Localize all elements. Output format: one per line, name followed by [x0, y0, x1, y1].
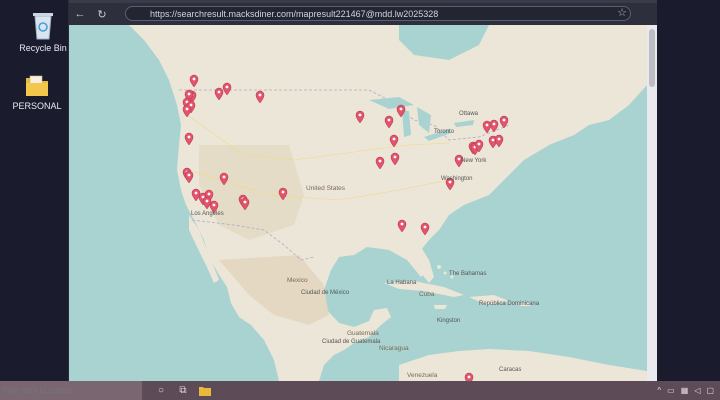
- location-pin-center: [207, 192, 211, 196]
- personal-folder-label: PERSONAL: [12, 101, 62, 111]
- location-pin-center: [187, 92, 191, 96]
- map-label-kingston: Kingston: [437, 318, 461, 324]
- folder-icon: [26, 75, 48, 96]
- location-pin-center: [192, 77, 196, 81]
- location-pin-center: [189, 103, 193, 107]
- refresh-button[interactable]: ↻: [91, 3, 113, 25]
- location-pin-center: [225, 85, 229, 89]
- map-label-guatemala: Guatemala: [347, 330, 379, 337]
- recycle-bin-label: Recycle Bin: [19, 43, 67, 53]
- map-label-bahamas: The Bahamas: [449, 271, 487, 277]
- location-pin-center: [399, 107, 403, 111]
- location-pin-center: [485, 123, 489, 127]
- location-pin-center: [491, 138, 495, 142]
- network-icon[interactable]: ▦: [681, 386, 689, 395]
- location-pin-center: [222, 175, 226, 179]
- map-label-new-york: New York: [461, 158, 487, 164]
- refresh-icon: ↻: [97, 8, 107, 21]
- arrow-left-icon: ←: [74, 8, 86, 20]
- map-label-venezuela: Venezuela: [407, 372, 438, 379]
- map-label-mexico: Mexico: [287, 277, 308, 284]
- personal-folder-shortcut[interactable]: PERSONAL: [2, 74, 72, 111]
- map-label-ciudad-de-guatemala: Ciudad de Guatemala: [322, 339, 381, 345]
- location-pin-center: [497, 137, 501, 141]
- taskbar-search-input[interactable]: [0, 381, 142, 400]
- location-pin-center: [217, 90, 221, 94]
- map-view[interactable]: Ottawa Toronto New York Washington Unite…: [69, 25, 657, 381]
- location-pin-center: [358, 113, 362, 117]
- task-view-button[interactable]: ⧉: [172, 381, 194, 400]
- recycle-bin-icon: [33, 13, 53, 40]
- folder-icon: [199, 386, 211, 396]
- bahamas-island: [443, 271, 447, 275]
- location-pin-center: [457, 157, 461, 161]
- map-label-ottawa: Ottawa: [459, 111, 479, 117]
- location-pin-center: [392, 137, 396, 141]
- volume-icon[interactable]: ◁: [694, 386, 700, 395]
- map-label-los-angeles: Los Angeles: [191, 211, 224, 217]
- jamaica-land: [434, 305, 447, 309]
- map-label-united-states: United States: [306, 185, 346, 192]
- location-pin-center: [205, 199, 209, 203]
- location-pin-center: [243, 200, 247, 204]
- scrollbar-thumb[interactable]: [649, 29, 655, 87]
- location-pin-center: [187, 135, 191, 139]
- location-pin-center: [492, 122, 496, 126]
- taskbar: ○ ⧉ ^ ▭ ▦ ◁ ▢: [0, 381, 720, 400]
- location-pin-center: [185, 107, 189, 111]
- map-label-ciudad-de-mexico: Ciudad de México: [301, 290, 350, 296]
- notifications-icon[interactable]: ▢: [706, 386, 714, 395]
- star-icon: ☆: [617, 7, 627, 19]
- map-canvas: [69, 25, 647, 381]
- location-pin-center: [194, 191, 198, 195]
- map-label-washington: Washington: [441, 176, 473, 182]
- browser-window: ← ↻ https://searchresult.macksdiner.com/…: [68, 0, 657, 381]
- location-pin-center: [281, 190, 285, 194]
- page-scrollbar[interactable]: [647, 25, 657, 381]
- file-explorer-button[interactable]: [194, 381, 216, 400]
- system-tray: ^ ▭ ▦ ◁ ▢: [657, 381, 714, 400]
- location-pin-center: [212, 203, 216, 207]
- map-label-la-habana: La Habana: [387, 280, 417, 286]
- location-pin-center: [378, 159, 382, 163]
- map-label-cuba: Cuba: [419, 291, 435, 298]
- favorite-star-button[interactable]: ☆: [617, 6, 627, 19]
- cortana-button[interactable]: ○: [150, 381, 172, 400]
- map-label-caracas: Caracas: [499, 367, 522, 373]
- location-pin-center: [400, 222, 404, 226]
- location-pin-center: [502, 118, 506, 122]
- map-label-toronto: Toronto: [434, 129, 455, 135]
- circle-icon: ○: [157, 385, 165, 396]
- back-button[interactable]: ←: [69, 3, 91, 25]
- task-view-icon: ⧉: [179, 385, 187, 396]
- address-bar[interactable]: https://searchresult.macksdiner.com/mapr…: [125, 6, 631, 21]
- url-text: https://searchresult.macksdiner.com/mapr…: [150, 9, 439, 19]
- browser-toolbar: ← ↻ https://searchresult.macksdiner.com/…: [69, 3, 657, 25]
- location-pin-center: [187, 173, 191, 177]
- location-pin-center: [201, 195, 205, 199]
- location-pin-center: [423, 225, 427, 229]
- chevron-up-icon[interactable]: ^: [657, 386, 661, 395]
- battery-icon[interactable]: ▭: [667, 386, 675, 395]
- location-pin-center: [387, 118, 391, 122]
- bahamas-island: [437, 265, 441, 269]
- location-pin-center: [467, 375, 471, 379]
- location-pin-center: [258, 93, 262, 97]
- location-pin-center: [477, 142, 481, 146]
- map-label-nicaragua: Nicaragua: [379, 345, 409, 352]
- location-pin-center: [393, 155, 397, 159]
- map-label-republica-dominicana: República Dominicana: [479, 301, 540, 307]
